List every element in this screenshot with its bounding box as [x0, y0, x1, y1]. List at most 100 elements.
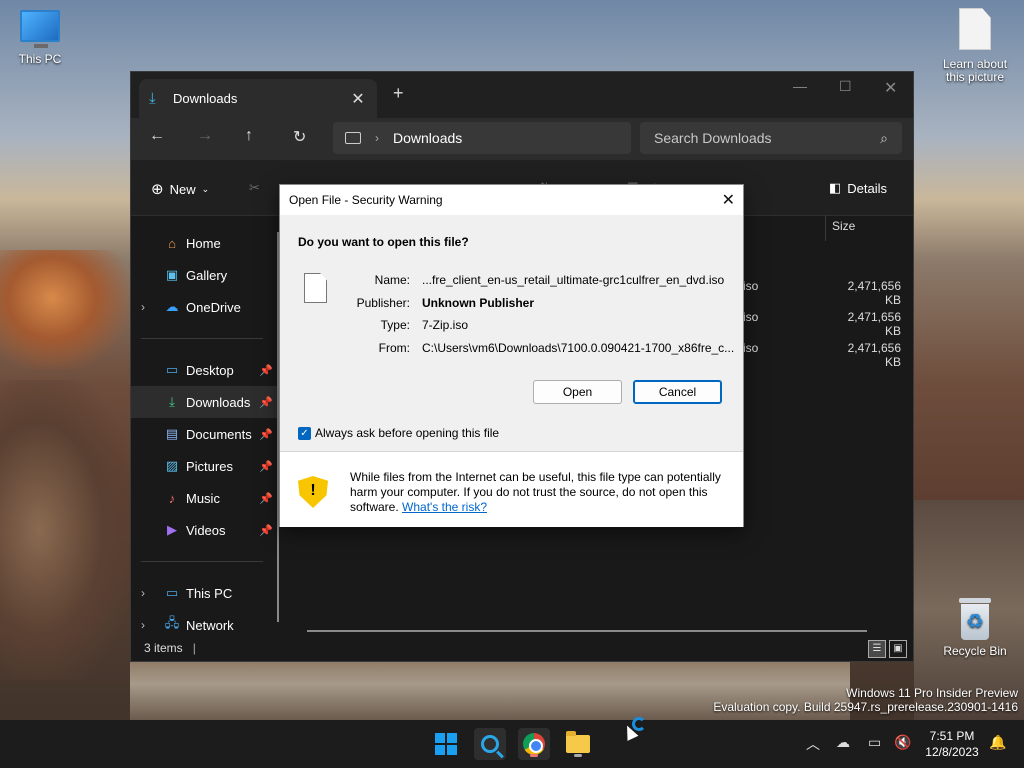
always-ask-checkbox[interactable]: ✓ Always ask before opening this file — [298, 426, 499, 440]
pin-icon[interactable]: 📌 — [259, 460, 273, 473]
desktop-icon-label: Learn about this picture — [942, 57, 1008, 84]
minimize-icon[interactable]: — — [793, 78, 807, 94]
breadcrumb-downloads[interactable]: Downloads — [393, 130, 462, 146]
maximize-icon[interactable]: ☐ — [839, 78, 852, 95]
pin-icon[interactable]: 📌 — [259, 492, 273, 505]
chevron-right-icon[interactable]: › — [141, 300, 145, 314]
up-icon[interactable]: ↑ — [245, 127, 253, 145]
horizontal-scrollbar[interactable] — [307, 630, 867, 632]
chrome-taskbar-button[interactable] — [518, 728, 550, 760]
pin-icon[interactable]: 📌 — [259, 428, 273, 441]
file-explorer-taskbar-button[interactable] — [562, 728, 594, 760]
pin-icon[interactable]: 📌 — [259, 396, 273, 409]
wallpaper-mesa — [0, 250, 130, 370]
file-type-cell: iso — [743, 341, 759, 355]
cut-icon[interactable]: ✂ — [249, 180, 260, 196]
desktop-icon: ▭ — [165, 362, 179, 377]
details-view-icon[interactable]: ☰ — [868, 640, 886, 658]
navigation-pane: ⌂ Home ▣ Gallery › ☁ OneDrive ▭ Desktop … — [131, 217, 281, 637]
desktop-icon-this-pc[interactable]: This PC — [12, 10, 68, 66]
cloud-offline-icon[interactable]: ☁ — [836, 734, 850, 751]
sidebar-item-this-pc[interactable]: › ▭ This PC — [131, 577, 281, 609]
refresh-icon[interactable]: ↻ — [293, 127, 306, 147]
whats-the-risk-link[interactable]: What's the risk? — [402, 500, 487, 514]
videos-icon: ▶ — [167, 522, 177, 537]
file-size-cell: 2,471,656 KB — [847, 341, 901, 369]
address-bar: ← → ↑ ↻ › Downloads Search Downloads ⌕ — [131, 118, 913, 160]
notification-bell-icon[interactable]: 🔔 — [989, 734, 1006, 751]
desktop-icon-recycle-bin[interactable]: ♻ Recycle Bin — [940, 598, 1010, 658]
tiles-view-icon[interactable]: ▣ — [889, 640, 907, 658]
sidebar-item-label: OneDrive — [186, 299, 241, 315]
running-indicator — [530, 754, 538, 757]
gallery-icon: ▣ — [165, 267, 179, 282]
desktop-icon-learn-about-picture[interactable]: Learn about this picture — [938, 8, 1012, 84]
chevron-up-icon[interactable]: ︿ — [806, 734, 820, 754]
sidebar-item-label: This PC — [186, 585, 233, 601]
sidebar-item-videos[interactable]: ▶ Videos 📌 — [131, 514, 281, 546]
sidebar-item-label: Pictures — [186, 458, 233, 474]
chevron-down-icon: ⌄ — [201, 183, 210, 194]
forward-icon[interactable]: → — [197, 127, 213, 145]
sidebar-item-label: Music — [186, 490, 220, 506]
desktop-icon-label: This PC — [18, 52, 62, 66]
pc-icon: ▭ — [165, 585, 179, 600]
sidebar-item-downloads[interactable]: ⤓ Downloads 📌 — [131, 386, 281, 418]
new-tab-icon[interactable]: + — [393, 83, 404, 104]
from-value: C:\Users\vm6\Downloads\7100.0.090421-170… — [422, 341, 735, 355]
desktop-icon-label: Recycle Bin — [943, 644, 1007, 658]
search-input[interactable]: Search Downloads ⌕ — [640, 122, 902, 154]
os-watermark: Windows 11 Pro Insider Preview Evaluatio… — [713, 686, 1018, 714]
search-button[interactable] — [474, 728, 506, 760]
clock-time: 7:51 PM — [929, 729, 975, 743]
clock[interactable]: 7:51 PM 12/8/2023 — [920, 728, 984, 760]
sidebar-item-gallery[interactable]: ▣ Gallery — [131, 259, 281, 291]
recycle-bin-icon: ♻ — [957, 598, 993, 640]
start-button[interactable] — [430, 728, 462, 760]
warning-shield-icon: ! — [298, 476, 328, 508]
checkmark-icon[interactable]: ✓ — [298, 426, 311, 440]
pin-icon[interactable]: 📌 — [259, 524, 273, 537]
document-icon — [959, 8, 991, 50]
new-button[interactable]: ⊕ New ⌄ — [151, 180, 209, 198]
details-pane-icon: ◧ — [829, 180, 842, 195]
sidebar-item-documents[interactable]: ▤ Documents 📌 — [131, 418, 281, 450]
sidebar-item-onedrive[interactable]: › ☁ OneDrive — [131, 291, 281, 323]
checkbox-label: Always ask before opening this file — [315, 426, 500, 440]
network-icon: 🖧 — [164, 615, 180, 630]
sidebar-item-home[interactable]: ⌂ Home — [131, 227, 281, 259]
details-button[interactable]: ◧ Details — [829, 180, 887, 196]
chevron-right-icon[interactable]: › — [141, 618, 145, 632]
sidebar-item-desktop[interactable]: ▭ Desktop 📌 — [131, 354, 281, 386]
close-icon[interactable]: ✕ — [722, 190, 735, 210]
publisher-value: Unknown Publisher — [422, 296, 535, 310]
tab-downloads[interactable]: ⤓ Downloads ✕ — [139, 79, 377, 118]
documents-icon: ▤ — [165, 426, 179, 441]
close-window-icon[interactable]: ✕ — [884, 78, 897, 98]
network-icon[interactable]: ▭ — [868, 734, 881, 751]
pin-icon[interactable]: 📌 — [259, 364, 273, 377]
volume-muted-icon[interactable]: 🔇 — [894, 734, 911, 751]
back-icon[interactable]: ← — [149, 127, 165, 145]
sidebar-item-music[interactable]: ♪ Music 📌 — [131, 482, 281, 514]
chevron-right-icon[interactable]: › — [375, 131, 379, 145]
open-button[interactable]: Open — [533, 380, 622, 404]
cancel-button[interactable]: Cancel — [633, 380, 722, 404]
home-icon: ⌂ — [168, 235, 176, 251]
item-count: 3 items — [144, 641, 183, 655]
new-label: New — [169, 181, 196, 197]
watermark-line2: Evaluation copy. Build 25947.rs_prerelea… — [713, 700, 1018, 714]
sidebar-item-pictures[interactable]: ▨ Pictures 📌 — [131, 450, 281, 482]
close-tab-icon[interactable]: ✕ — [349, 89, 367, 109]
breadcrumb[interactable]: › Downloads — [333, 122, 631, 154]
type-value: 7-Zip.iso — [422, 318, 469, 332]
status-bar: 3 items | — [144, 641, 196, 655]
divider — [141, 561, 263, 562]
chevron-right-icon[interactable]: › — [141, 586, 145, 600]
column-header-size[interactable]: Size — [825, 215, 905, 241]
file-type-cell: iso — [743, 279, 759, 293]
dialog-body: Do you want to open this file? Name: ...… — [280, 215, 743, 451]
divider — [141, 338, 263, 339]
clock-date: 12/8/2023 — [925, 745, 979, 759]
monitor-icon — [20, 10, 60, 48]
